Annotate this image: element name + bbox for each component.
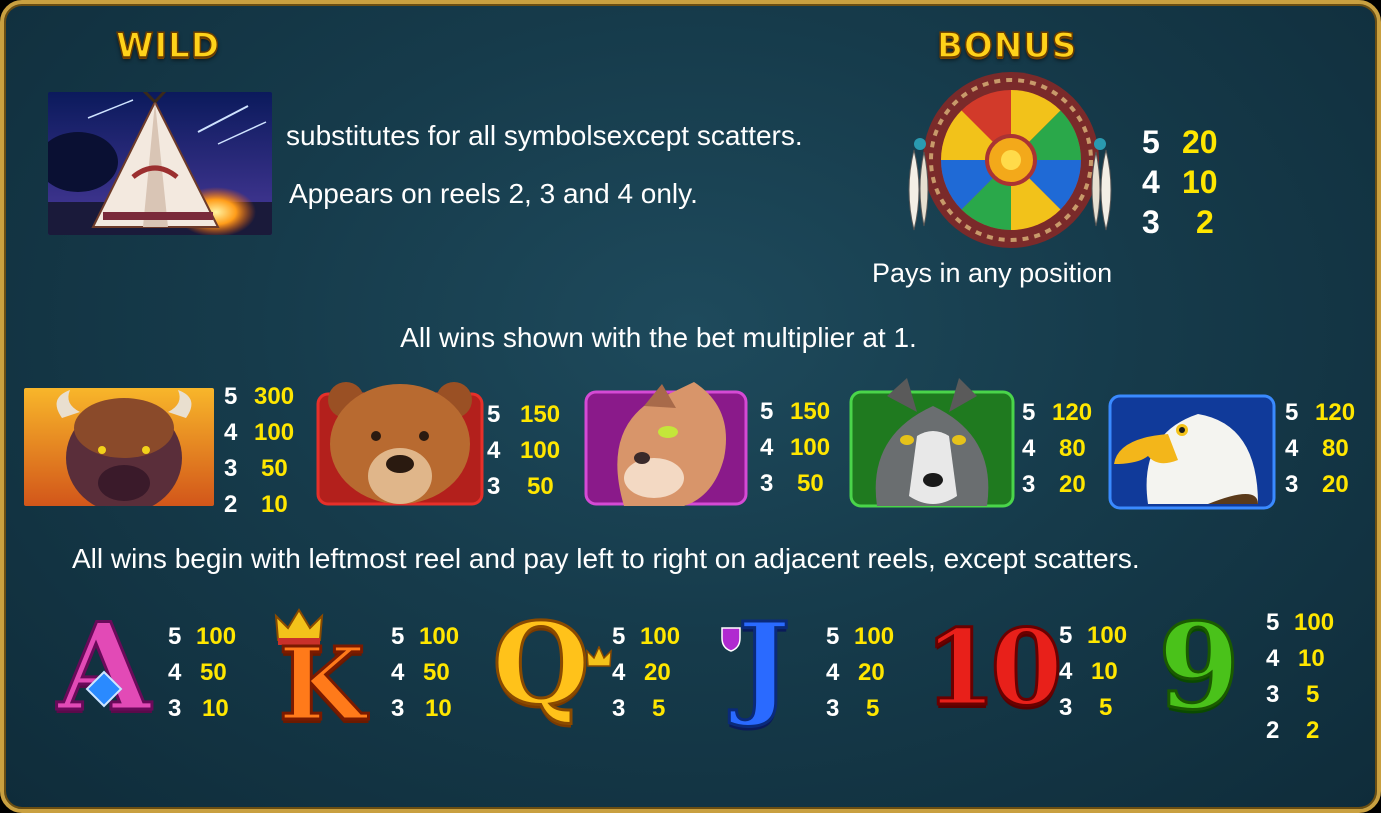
pay-row: 5 100 (826, 623, 895, 650)
bonus-paytable: 5 20 4 10 32 (1142, 122, 1218, 242)
bear-paytable: 5 150 4 100 3 50 (487, 397, 560, 505)
cougar-paytable: 5 150 4 100 3 50 (760, 394, 830, 502)
pay-row: 5 100 (612, 623, 681, 650)
card-symbol-9: 9 (1156, 597, 1241, 736)
pay-row: 4 100 (224, 419, 295, 446)
pay-row: 35 (826, 695, 880, 722)
pay-row: 5 150 (487, 401, 561, 428)
card-q-paytable: 5 100 4 20 35 (612, 619, 680, 727)
paytable-panel: WILD substitutes for all symbolsexcept s… (0, 0, 1381, 813)
pay-row: 4 10 (1059, 658, 1118, 685)
bonus-title: BONUS (936, 25, 1078, 67)
pay-row: 35 (612, 695, 666, 722)
card-a-paytable: 5 100 4 50 3 10 (168, 619, 236, 727)
pay-row: 5 100 (168, 623, 237, 650)
pay-row: 3 20 (1285, 471, 1349, 498)
pay-row: 5 100 (1266, 609, 1335, 636)
wolf-paytable: 5 120 4 80 3 20 (1022, 395, 1092, 503)
cougar-symbol (584, 378, 752, 512)
card-symbol-j: J (736, 599, 792, 730)
pay-row: 4 50 (391, 659, 450, 686)
wild-description-line1: substitutes for all symbolsexcept scatte… (286, 120, 803, 151)
pay-row: 4 100 (760, 434, 831, 461)
pay-row: 4 50 (168, 659, 227, 686)
pay-row: 5 20 (1142, 124, 1218, 160)
pay-row: 3 20 (1022, 471, 1086, 498)
bonus-wheel-symbol (894, 70, 1124, 250)
pay-row: 35 (1059, 694, 1113, 721)
direction-note: All wins begin with leftmost reel and pa… (72, 543, 1140, 574)
pay-row: 3 50 (760, 470, 824, 497)
pay-row: 5 150 (760, 398, 831, 425)
pay-row: 22 (1266, 717, 1320, 744)
eagle-symbol (1108, 394, 1278, 512)
pay-row: 5 120 (1285, 399, 1356, 426)
pay-row: 35 (1266, 681, 1320, 708)
wild-title: WILD (115, 25, 221, 67)
pay-row: 5 300 (224, 383, 295, 410)
card-10-paytable: 5 100 4 10 35 (1059, 618, 1127, 726)
buffalo-paytable: 5 300 4 100 3 50 2 10 (224, 379, 294, 523)
crown-icon (586, 645, 612, 668)
pay-row: 3 50 (487, 473, 554, 500)
multiplier-note: All wins shown with the bet multiplier a… (400, 322, 917, 353)
card-9-paytable: 5 100 4 10 35 22 (1266, 605, 1334, 749)
pay-row: 4 20 (612, 659, 671, 686)
bear-symbol (316, 378, 484, 512)
pay-row: 4 10 (1266, 645, 1325, 672)
wild-teepee-symbol (48, 92, 272, 235)
pay-row: 4 10 (1142, 164, 1218, 200)
pay-row: 4 100 (487, 437, 561, 464)
pay-row: 3 50 (224, 455, 288, 482)
wolf-symbol (847, 376, 1019, 514)
pay-row: 5 100 (1059, 622, 1128, 649)
pay-row: 2 10 (224, 491, 288, 518)
card-symbol-a: A (56, 597, 152, 738)
pay-row: 4 20 (826, 659, 885, 686)
buffalo-symbol (24, 388, 214, 506)
pay-row: 32 (1142, 204, 1214, 240)
pay-row: 3 10 (391, 695, 452, 722)
eagle-paytable: 5 120 4 80 3 20 (1285, 395, 1355, 503)
pay-row: 5 120 (1022, 399, 1093, 426)
card-symbol-10: 10 (923, 606, 1065, 729)
pay-row: 3 10 (168, 695, 229, 722)
card-j-paytable: 5 100 4 20 35 (826, 619, 894, 727)
card-k-paytable: 5 100 4 50 3 10 (391, 619, 459, 727)
pay-row: 5 100 (391, 623, 460, 650)
wild-description-line2: Appears on reels 2, 3 and 4 only. (289, 178, 698, 209)
pay-row: 4 80 (1022, 435, 1086, 462)
card-symbol-k: K (277, 625, 367, 743)
pay-row: 4 80 (1285, 435, 1349, 462)
bonus-caption: Pays in any position (872, 258, 1113, 288)
